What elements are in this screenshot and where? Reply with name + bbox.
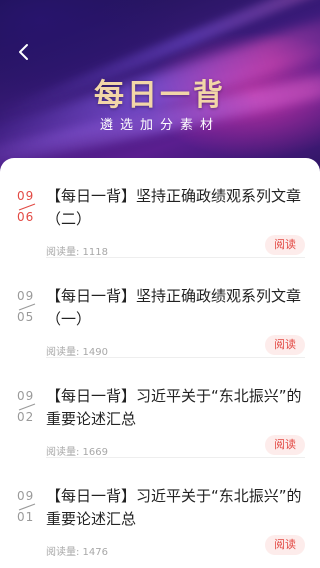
date-day: 01 [17,510,35,524]
header-banner: 每日一背 遴选加分素材 [0,0,320,178]
date-day: 02 [17,410,35,424]
date-day: 06 [17,210,35,224]
read-count: 阅读量: 1490 [46,347,108,358]
date-stamp: 09 02 [17,390,37,426]
read-button[interactable]: 阅读 [265,435,305,455]
read-count: 阅读量: 1669 [46,447,108,458]
date-stamp: 09 05 [17,290,37,326]
date-stamp: 09 01 [17,490,37,526]
article-title[interactable]: 【每日一背】坚持正确政绩观系列文章（一） [46,285,308,331]
back-button[interactable] [14,42,34,62]
date-month: 09 [17,389,35,403]
read-count: 阅读量: 1118 [46,247,108,258]
date-month: 09 [17,189,35,203]
read-button[interactable]: 阅读 [265,235,305,255]
date-month: 09 [17,289,35,303]
article-title[interactable]: 【每日一背】坚持正确政绩观系列文章（二） [46,185,308,231]
article-item[interactable]: 09 06 【每日一背】坚持正确政绩观系列文章（二） 阅读量: 1118 阅读 [0,158,320,258]
read-count: 阅读量: 1476 [46,547,108,558]
page-title: 每日一背 [94,78,226,113]
article-list: 09 06 【每日一背】坚持正确政绩观系列文章（二） 阅读量: 1118 阅读 … [0,158,320,568]
article-title[interactable]: 【每日一背】习近平关于“东北振兴”的重要论述汇总 [46,485,308,531]
chevron-left-icon [19,44,28,60]
article-title[interactable]: 【每日一背】习近平关于“东北振兴”的重要论述汇总 [46,385,308,431]
page-subtitle: 遴选加分素材 [99,118,220,133]
date-day: 05 [17,310,35,324]
date-month: 09 [17,489,35,503]
article-item[interactable]: 09 05 【每日一背】坚持正确政绩观系列文章（一） 阅读量: 1490 阅读 [0,258,320,358]
date-stamp: 09 06 [17,190,37,226]
article-item[interactable]: 09 01 【每日一背】习近平关于“东北振兴”的重要论述汇总 阅读量: 1476… [0,458,320,558]
read-button[interactable]: 阅读 [265,535,305,555]
read-button[interactable]: 阅读 [265,335,305,355]
article-item[interactable]: 09 02 【每日一背】习近平关于“东北振兴”的重要论述汇总 阅读量: 1669… [0,358,320,458]
